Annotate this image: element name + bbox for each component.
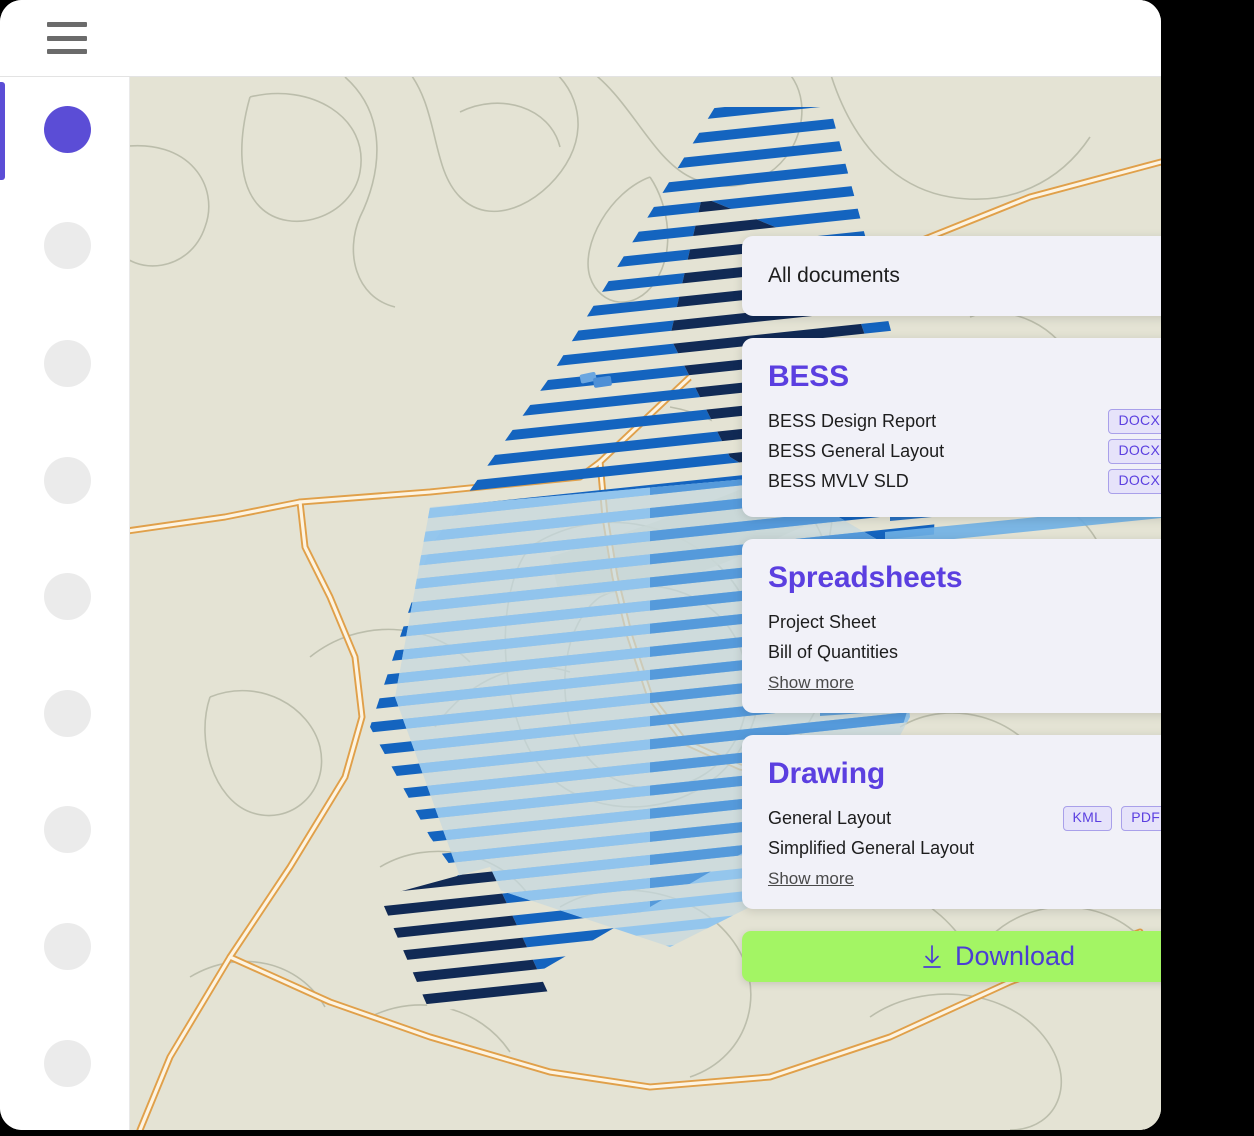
- sidebar-item-9[interactable]: [44, 1040, 91, 1087]
- documents-panel: All documents BESS BESS Design Report DO…: [742, 236, 1161, 982]
- show-more-link-spreadsheets[interactable]: Show more: [768, 673, 854, 693]
- document-name: BESS General Layout: [768, 441, 945, 461]
- download-button[interactable]: Download: [742, 931, 1161, 982]
- hamburger-bar-2: [47, 35, 87, 41]
- section-spreadsheets: Spreadsheets Project Sheet XLSX Bill of …: [742, 539, 1161, 713]
- format-badges: DOCX PDF: [1108, 469, 1161, 494]
- document-name: Bill of Quantities: [768, 642, 899, 662]
- sidebar-item-2[interactable]: [44, 222, 91, 269]
- format-badges: DOCX PDF: [1108, 439, 1161, 464]
- sidebar-item-5[interactable]: [44, 573, 91, 620]
- left-nav-rail: [0, 77, 130, 1130]
- format-badge-docx[interactable]: DOCX: [1108, 439, 1161, 464]
- document-name: General Layout: [768, 808, 892, 828]
- download-arrow-icon: [923, 944, 941, 968]
- format-badge-pdf[interactable]: PDF: [1121, 806, 1161, 831]
- format-badges: DOCX PDF: [1108, 409, 1161, 434]
- sidebar-item-6[interactable]: [44, 690, 91, 737]
- table-row: BESS Design Report DOCX PDF: [768, 407, 1161, 436]
- table-row: BESS General Layout DOCX PDF: [768, 437, 1161, 466]
- sidebar-item-3[interactable]: [44, 340, 91, 387]
- table-row: Simplified General Layout KML: [768, 834, 1161, 863]
- section-header-drawing[interactable]: Drawing: [768, 757, 1161, 791]
- table-row: BESS MVLV SLD DOCX PDF: [768, 467, 1161, 496]
- document-name: Project Sheet: [768, 612, 877, 632]
- section-bess: BESS BESS Design Report DOCX PDF BESS Ge…: [742, 338, 1161, 517]
- top-header-bar: [0, 0, 1161, 77]
- table-row: Bill of Quantities XLSX: [768, 638, 1161, 667]
- sidebar-item-4[interactable]: [44, 457, 91, 504]
- format-badges: KML PDF DXF: [1062, 806, 1161, 831]
- sidebar-item-7[interactable]: [44, 806, 91, 853]
- sidebar-item-8[interactable]: [44, 923, 91, 970]
- show-more-link-drawing[interactable]: Show more: [768, 869, 854, 889]
- download-label: Download: [954, 941, 1076, 971]
- table-row: Project Sheet XLSX: [768, 608, 1161, 637]
- section-header-spreadsheets[interactable]: Spreadsheets: [768, 561, 1161, 595]
- format-badge-docx[interactable]: DOCX: [1108, 409, 1161, 434]
- section-title-spreadsheets: Spreadsheets: [768, 561, 963, 594]
- all-documents-label: All documents: [768, 264, 900, 287]
- sidebar-item-1[interactable]: [44, 106, 91, 153]
- app-window: All documents BESS BESS Design Report DO…: [0, 0, 1161, 1130]
- section-drawing: Drawing General Layout KML PDF DXF Simpl…: [742, 735, 1161, 909]
- document-name: BESS Design Report: [768, 411, 937, 431]
- section-title-drawing: Drawing: [768, 757, 885, 790]
- hamburger-bar-1: [47, 22, 87, 27]
- document-name: BESS MVLV SLD: [768, 471, 909, 491]
- document-name: Simplified General Layout: [768, 838, 975, 858]
- section-header-bess[interactable]: BESS: [768, 360, 1161, 394]
- table-row: General Layout KML PDF DXF: [768, 804, 1161, 833]
- hamburger-menu-icon[interactable]: [47, 22, 87, 54]
- format-badge-docx[interactable]: DOCX: [1108, 469, 1161, 494]
- hamburger-bar-3: [47, 49, 87, 54]
- all-documents-card: All documents: [742, 236, 1161, 316]
- active-indicator-bar: [0, 82, 5, 180]
- section-title-bess: BESS: [768, 360, 849, 393]
- format-badge-kml[interactable]: KML: [1062, 806, 1113, 831]
